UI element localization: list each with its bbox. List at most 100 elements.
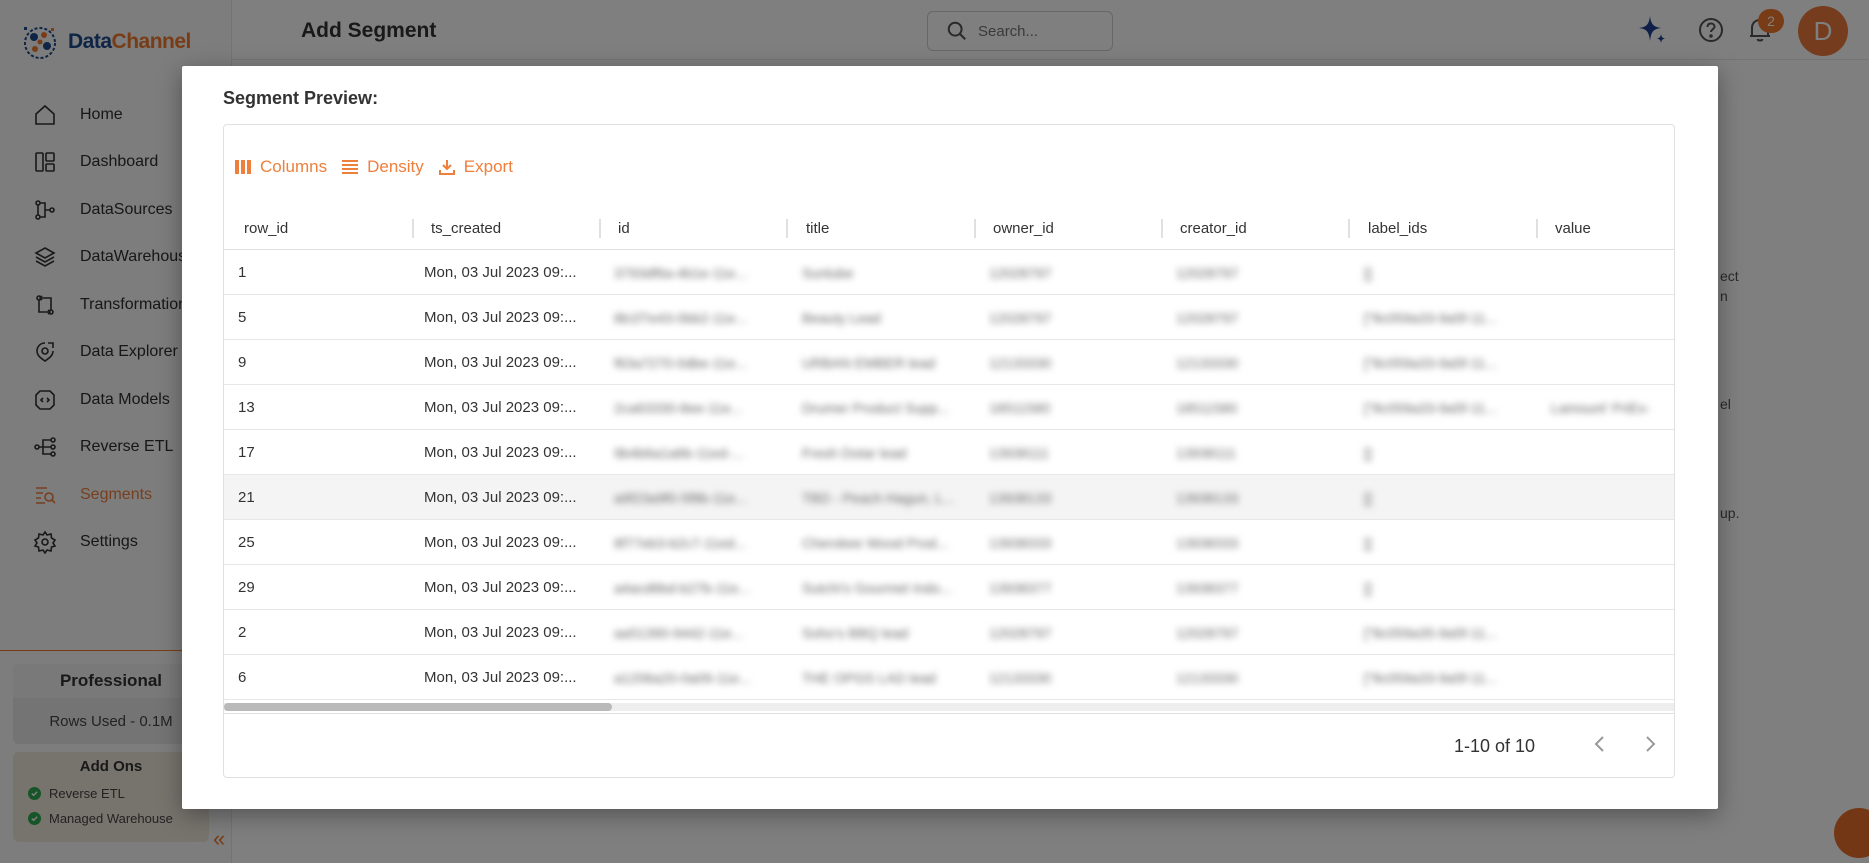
chevron-right-icon[interactable] bbox=[1642, 734, 1658, 754]
table-row[interactable]: 25 Mon, 03 Jul 2023 09:... 8f77eb3-b2c7-11… bbox=[224, 520, 1674, 565]
cell-row-id: 25 bbox=[238, 534, 255, 551]
cell-row-id: 29 bbox=[238, 579, 255, 596]
column-resize-handle[interactable] bbox=[1348, 219, 1350, 238]
data-grid: Columns Density Export row_id ts_created… bbox=[223, 124, 1675, 778]
columns-label: Columns bbox=[260, 157, 328, 176]
cell-label-ids-redacted: ["8c059a33-9a5f-11... bbox=[1364, 669, 1498, 686]
cell-creator-id-redacted: 12028797 bbox=[1176, 624, 1239, 641]
cell-ts-created: Mon, 03 Jul 2023 09:... bbox=[424, 399, 577, 416]
cell-id-redacted: a9f23a9f0-5f8b-11e... bbox=[614, 489, 747, 506]
density-icon bbox=[342, 160, 359, 174]
cell-row-id: 21 bbox=[238, 489, 255, 506]
cell-creator-id-redacted: 12028797 bbox=[1176, 264, 1239, 281]
cell-title-redacted: Sutchi's Gourmet Indo... bbox=[802, 579, 952, 596]
table-row[interactable]: 29 Mon, 03 Jul 2023 09:... a4acd6bd-b27b-1… bbox=[224, 565, 1674, 610]
cell-id-redacted: 8b1f7e43-0bb2-11e... bbox=[614, 309, 747, 326]
cell-id-redacted: aa51390-9442-11e... bbox=[614, 624, 743, 641]
cell-id-redacted: f63a7270-0dbe-11e... bbox=[614, 354, 747, 371]
cell-owner-id-redacted: 18511580 bbox=[989, 399, 1051, 416]
table-row[interactable]: 5 Mon, 03 Jul 2023 09:... 8b1f7e43-0bb2-11… bbox=[224, 295, 1674, 340]
modal-title: Segment Preview: bbox=[223, 88, 379, 108]
cell-label-ids-redacted: ["8c059a35-9a5f-11... bbox=[1364, 624, 1498, 641]
cell-title-redacted: Fresh Dotar lead bbox=[802, 444, 907, 461]
column-resize-handle[interactable] bbox=[412, 219, 414, 238]
cell-creator-id-redacted: 18511580 bbox=[1176, 399, 1238, 416]
columns-icon bbox=[235, 160, 251, 174]
cell-owner-id-redacted: 12028797 bbox=[989, 264, 1052, 281]
cell-id-redacted: a1206a20-0a09-11e... bbox=[614, 669, 751, 686]
cell-row-id: 1 bbox=[238, 264, 247, 281]
column-header-value[interactable]: value bbox=[1555, 207, 1591, 250]
column-resize-handle[interactable] bbox=[974, 219, 976, 238]
cell-ts-created: Mon, 03 Jul 2023 09:... bbox=[424, 444, 577, 461]
cell-row-id: 13 bbox=[238, 399, 255, 416]
table-row[interactable]: 6 Mon, 03 Jul 2023 09:... a1206a20-0a09-11… bbox=[224, 655, 1674, 700]
cell-label-ids-redacted: ["8c059a33-9a5f-11... bbox=[1364, 354, 1498, 371]
export-label: Export bbox=[463, 157, 513, 176]
chevron-left-icon[interactable] bbox=[1592, 734, 1608, 754]
cell-owner-id-redacted: 12133330 bbox=[989, 669, 1052, 686]
cell-label-ids-redacted: ["8c059a33-9a5f-11... bbox=[1364, 309, 1498, 326]
density-button[interactable]: Density bbox=[341, 157, 424, 177]
cell-row-id: 2 bbox=[238, 624, 247, 641]
table-row[interactable]: 9 Mon, 03 Jul 2023 09:... f63a7270-0dbe-11… bbox=[224, 340, 1674, 385]
cell-ts-created: Mon, 03 Jul 2023 09:... bbox=[424, 579, 577, 596]
cell-row-id: 17 bbox=[238, 444, 255, 461]
cell-value-redacted: Lamount' PriEx- bbox=[1551, 399, 1651, 416]
cell-id-redacted: a4acd6bd-b27b-11e... bbox=[614, 579, 750, 596]
horizontal-scrollbar-thumb[interactable] bbox=[224, 703, 612, 711]
grid-toolbar: Columns Density Export bbox=[234, 157, 513, 177]
cell-ts-created: Mon, 03 Jul 2023 09:... bbox=[424, 534, 577, 551]
cell-title-redacted: URBAN EMBER lead bbox=[802, 354, 936, 371]
cell-row-id: 9 bbox=[238, 354, 247, 371]
columns-button[interactable]: Columns bbox=[234, 157, 327, 177]
cell-creator-id-redacted: 13938133 bbox=[1176, 489, 1239, 506]
column-header-row-id[interactable]: row_id bbox=[244, 207, 288, 250]
table-row[interactable]: 2 Mon, 03 Jul 2023 09:... aa51390-9442-11e… bbox=[224, 610, 1674, 655]
export-button[interactable]: Export bbox=[438, 157, 513, 177]
cell-creator-id-redacted: 13938377 bbox=[1176, 579, 1239, 596]
pagination-range: 1-10 of 10 bbox=[1454, 736, 1536, 756]
density-label: Density bbox=[367, 157, 424, 176]
table-row[interactable]: 1 Mon, 03 Jul 2023 09:... 3793df6a-4b1e-11… bbox=[224, 250, 1674, 295]
column-header-owner-id[interactable]: owner_id bbox=[993, 207, 1054, 250]
column-resize-handle[interactable] bbox=[786, 219, 788, 238]
table-row[interactable]: 13 Mon, 03 Jul 2023 09:... 2ca63330-8ee-11… bbox=[224, 385, 1674, 430]
cell-label-ids-redacted: [] bbox=[1364, 579, 1372, 596]
cell-creator-id-redacted: 13938111 bbox=[1176, 444, 1237, 461]
cell-title-redacted: Cherokee Wood Prod... bbox=[802, 534, 949, 551]
table-header: row_id ts_created id title owner_id crea… bbox=[224, 207, 1674, 250]
table-row[interactable]: 21 Mon, 03 Jul 2023 09:... a9f23a9f0-5f8b-… bbox=[224, 475, 1674, 520]
table-row[interactable]: 17 Mon, 03 Jul 2023 09:... 9b4b6a1a6b-11ed… bbox=[224, 430, 1674, 475]
column-resize-handle[interactable] bbox=[599, 219, 601, 238]
segment-preview-modal: Segment Preview: Columns Density Export … bbox=[182, 66, 1718, 809]
cell-ts-created: Mon, 03 Jul 2023 09:... bbox=[424, 354, 577, 371]
column-resize-handle[interactable] bbox=[1161, 219, 1163, 238]
cell-ts-created: Mon, 03 Jul 2023 09:... bbox=[424, 309, 577, 326]
cell-owner-id-redacted: 13938133 bbox=[989, 489, 1052, 506]
cell-creator-id-redacted: 12133330 bbox=[1176, 354, 1239, 371]
cell-label-ids-redacted: [] bbox=[1364, 534, 1372, 551]
cell-creator-id-redacted: 12133330 bbox=[1176, 669, 1239, 686]
cell-row-id: 6 bbox=[238, 669, 247, 686]
cell-creator-id-redacted: 12028797 bbox=[1176, 309, 1239, 326]
column-header-creator-id[interactable]: creator_id bbox=[1180, 207, 1247, 250]
cell-ts-created: Mon, 03 Jul 2023 09:... bbox=[424, 264, 577, 281]
cell-id-redacted: 8f77eb3-b2c7-11ed... bbox=[614, 534, 747, 551]
cell-id-redacted: 2ca63330-8ee-11e... bbox=[614, 399, 743, 416]
cell-title-redacted: Drumer Product Supp... bbox=[802, 399, 950, 416]
cell-creator-id-redacted: 13938333 bbox=[1176, 534, 1239, 551]
column-header-title[interactable]: title bbox=[806, 207, 829, 250]
cell-owner-id-redacted: 12028797 bbox=[989, 309, 1052, 326]
cell-ts-created: Mon, 03 Jul 2023 09:... bbox=[424, 624, 577, 641]
column-header-label-ids[interactable]: label_ids bbox=[1368, 207, 1427, 250]
column-header-id[interactable]: id bbox=[618, 207, 630, 250]
cell-title-redacted: TBD - Peach Hagun, L... bbox=[802, 489, 955, 506]
column-header-ts-created[interactable]: ts_created bbox=[431, 207, 501, 250]
cell-row-id: 5 bbox=[238, 309, 247, 326]
cell-label-ids-redacted: [] bbox=[1364, 444, 1372, 461]
column-resize-handle[interactable] bbox=[1536, 219, 1538, 238]
cell-title-redacted: Soho's BBQ lead bbox=[802, 624, 909, 641]
grid-footer: 1-10 of 10 bbox=[224, 713, 1674, 777]
cell-label-ids-redacted: [] bbox=[1364, 264, 1372, 281]
